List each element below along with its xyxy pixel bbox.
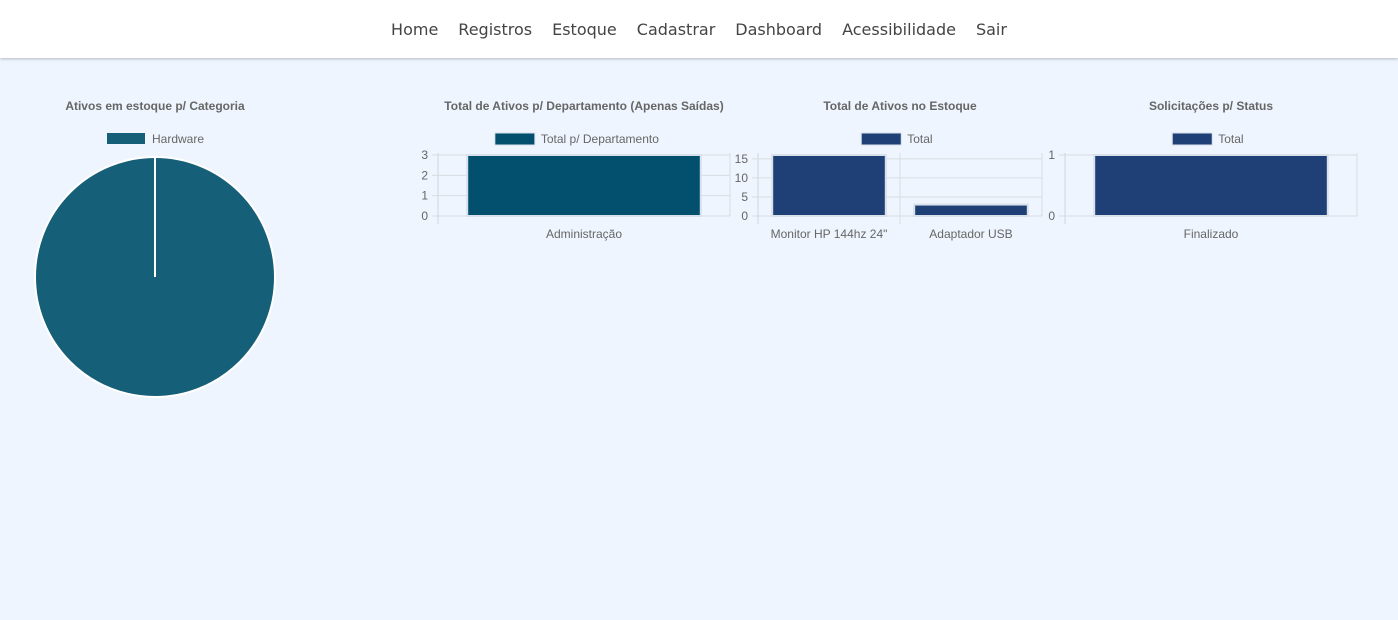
bar — [1093, 154, 1329, 217]
chart-title: Ativos em estoque p/ Categoria — [65, 99, 245, 113]
nav-registros[interactable]: Registros — [458, 20, 532, 39]
y-tick-label: 0 — [1048, 209, 1055, 223]
chart-title: Solicitações p/ Status — [1149, 99, 1273, 113]
y-tick-label: 1 — [421, 189, 428, 203]
bar-chart-departamento: Total de Ativos p/ Departamento (Apenas … — [421, 99, 731, 241]
y-tick-label: 10 — [735, 171, 749, 185]
x-tick-label: Monitor HP 144hz 24" — [771, 227, 888, 241]
x-tick-label: Finalizado — [1184, 227, 1239, 241]
y-tick-label: 0 — [421, 209, 428, 223]
nav-cadastrar[interactable]: Cadastrar — [637, 20, 716, 39]
x-tick-label: Administração — [546, 227, 622, 241]
legend-swatch — [107, 133, 145, 144]
legend-label: Total — [1218, 132, 1243, 146]
bar — [771, 154, 887, 217]
y-tick-label: 5 — [741, 190, 748, 204]
chart-title: Total de Ativos no Estoque — [823, 99, 977, 113]
navbar: Home Registros Estoque Cadastrar Dashboa… — [0, 0, 1398, 58]
y-tick-label: 0 — [741, 209, 748, 223]
y-tick-label: 3 — [421, 148, 428, 162]
legend-swatch — [860, 132, 902, 146]
legend-label: Total — [907, 132, 932, 146]
legend-swatch — [1171, 132, 1213, 146]
y-tick-label: 2 — [421, 168, 428, 182]
nav-home[interactable]: Home — [391, 20, 438, 39]
nav-estoque[interactable]: Estoque — [552, 20, 617, 39]
x-tick-label: Adaptador USB — [929, 227, 1012, 241]
legend-label: Hardware — [152, 132, 204, 146]
legend-label: Total p/ Departamento — [541, 132, 659, 146]
nav-acessibilidade[interactable]: Acessibilidade — [842, 20, 956, 39]
pie-chart-categoria: Ativos em estoque p/ Categoria Hardware — [34, 99, 276, 398]
y-tick-label: 15 — [735, 152, 749, 166]
chart-title: Total de Ativos p/ Departamento (Apenas … — [444, 99, 723, 113]
nav-dashboard[interactable]: Dashboard — [735, 20, 822, 39]
nav-sair[interactable]: Sair — [976, 20, 1007, 39]
bar-chart-estoque: Total de Ativos no Estoque Total 0 5 10 15 Mon… — [735, 99, 1043, 241]
bar-chart-status: Solicitações p/ Status Total 0 1 Finalizado — [1048, 99, 1358, 241]
legend-swatch — [494, 132, 536, 146]
y-tick-label: 1 — [1048, 148, 1055, 162]
bar — [466, 154, 702, 217]
bar — [913, 203, 1029, 217]
